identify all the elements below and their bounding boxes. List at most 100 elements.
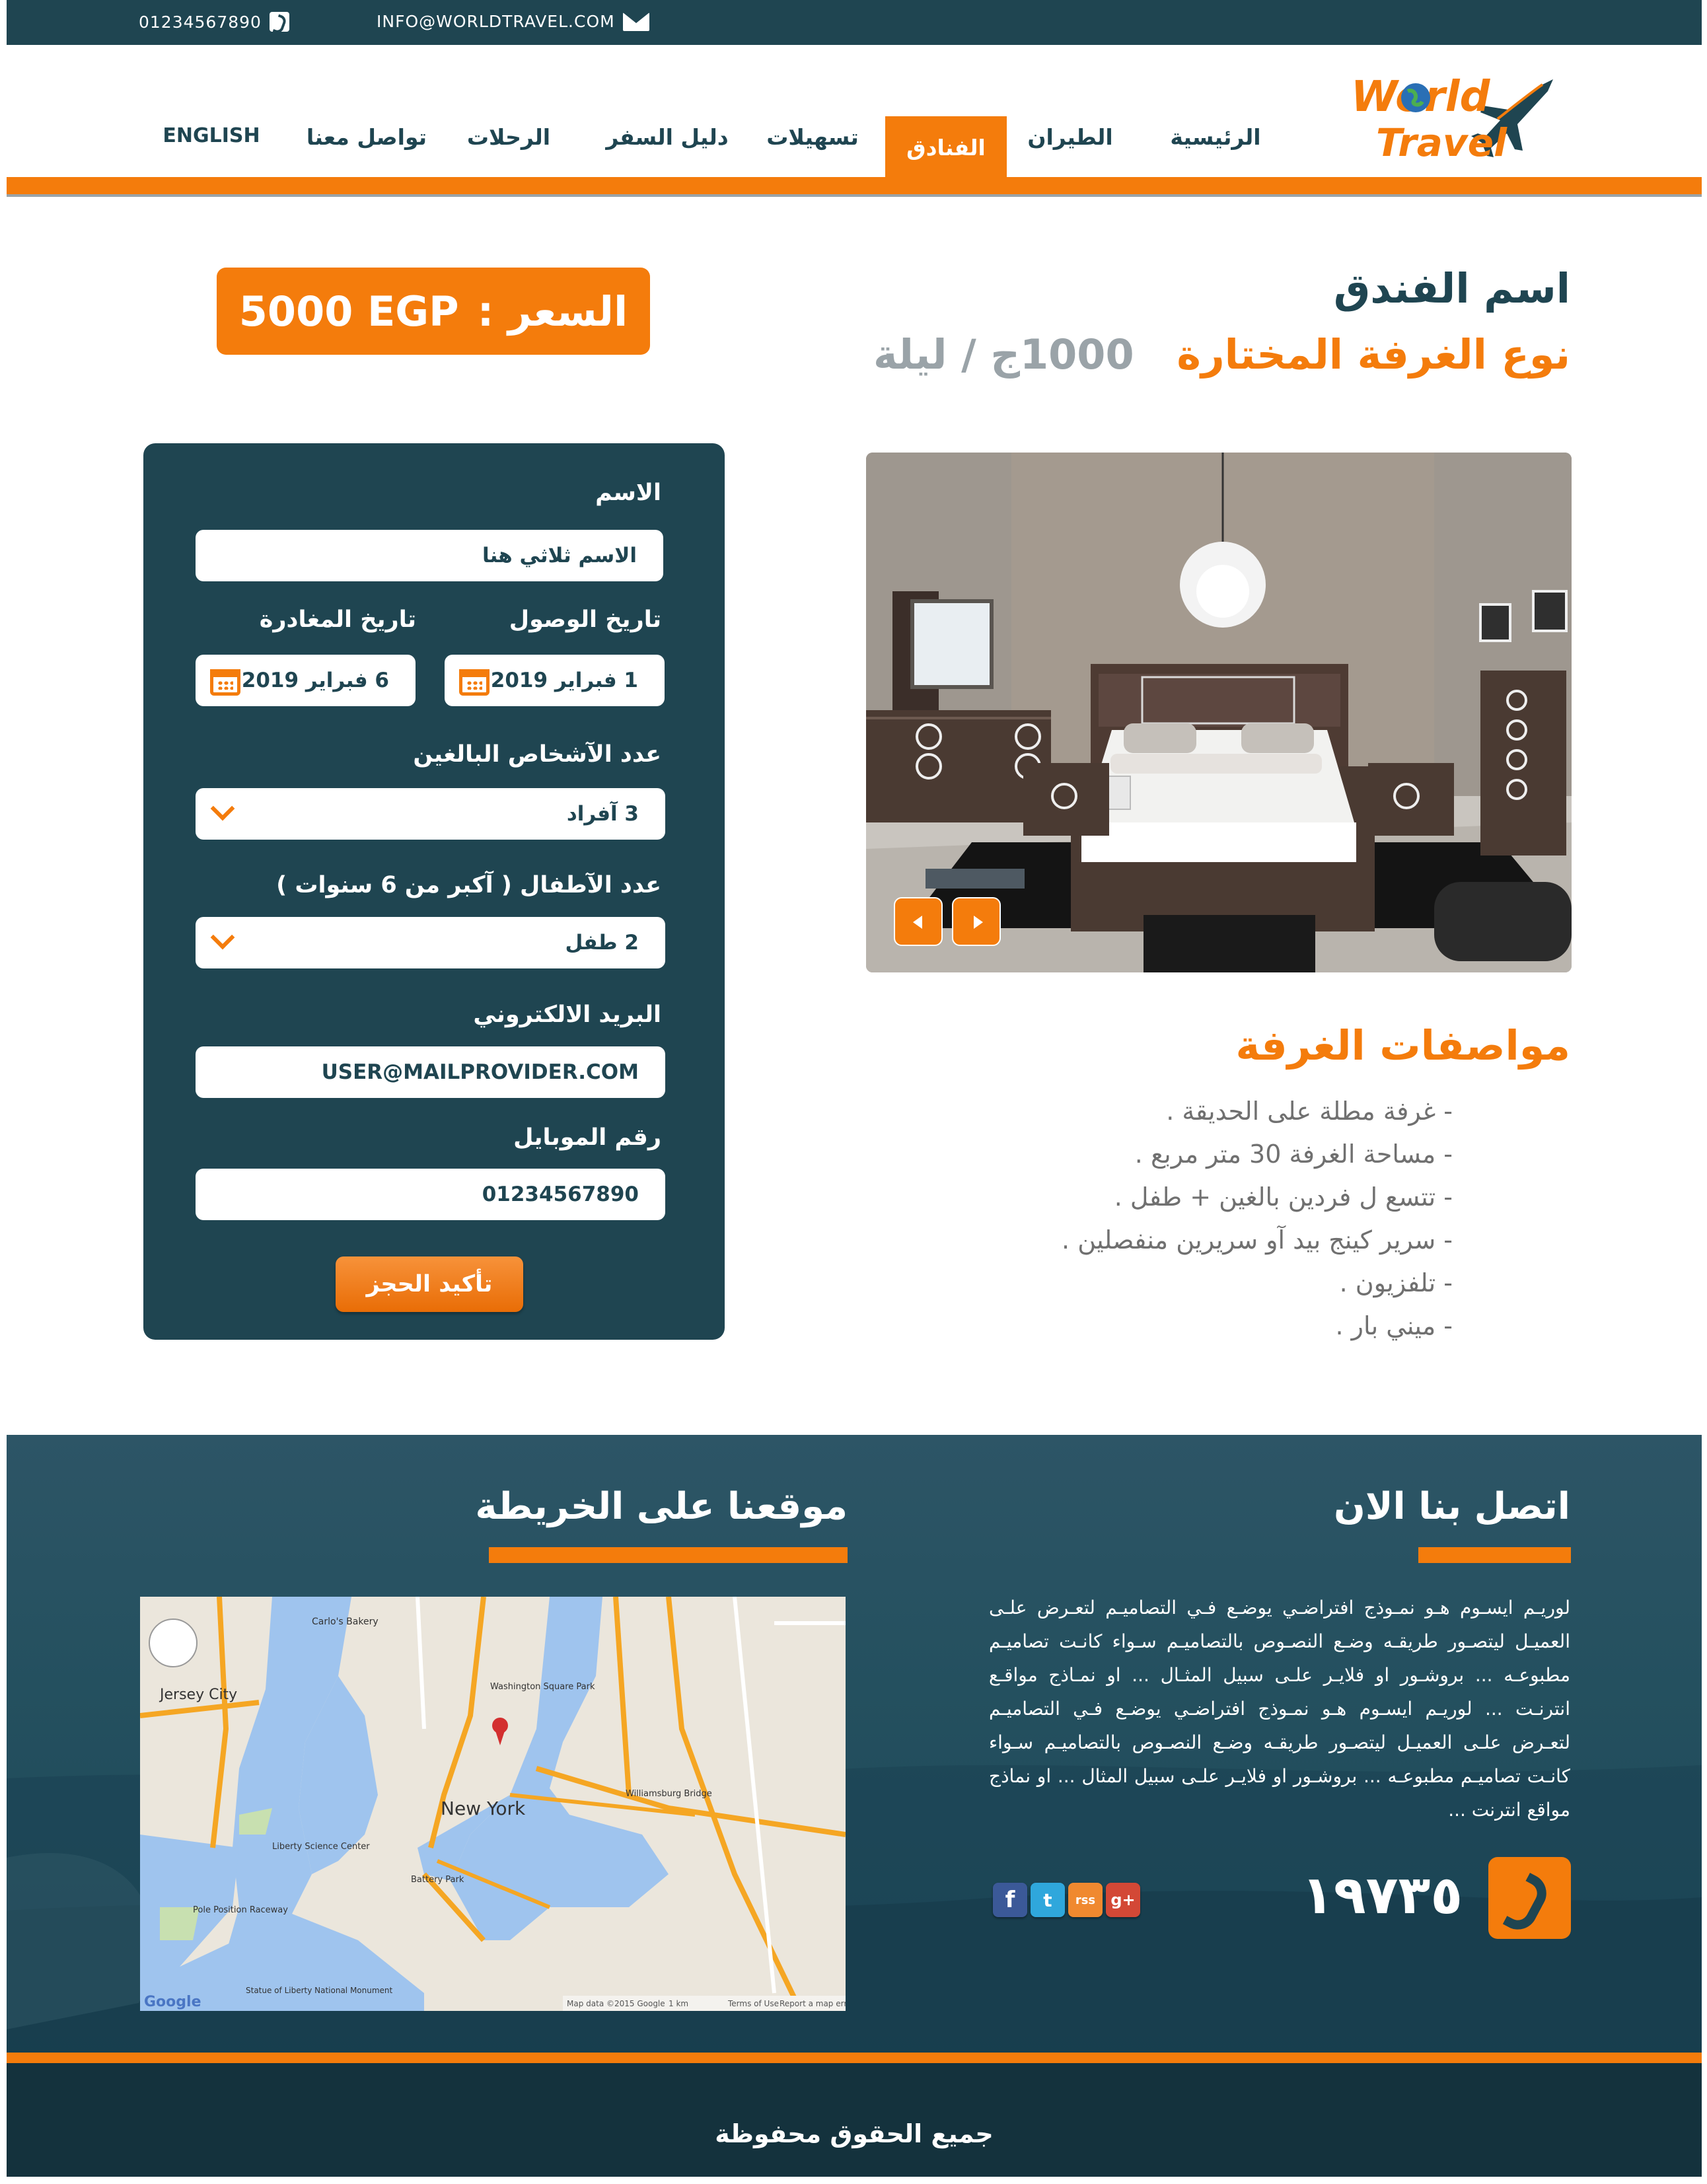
nav-item-contact[interactable]: تواصل معنا [304,124,429,182]
topbar-phone[interactable]: 01234567890 [139,12,289,32]
arrival-label: تاريخ الوصول [509,606,661,633]
top-bar: 01234567890 INFO@WORLDTRAVEL.COM [7,0,1702,45]
svg-text:Pole Position Raceway: Pole Position Raceway [193,1905,288,1915]
room-type: نوع الغرفة المختارة [1177,330,1570,379]
nav-item-flights[interactable]: الطيران [1024,124,1116,182]
mail-icon [622,12,649,31]
svg-text:1 km: 1 km [669,1999,688,2008]
price-box: السعر : 5000 EGP [217,268,650,355]
arrival-date-value: 1 فبراير 2019 [490,669,638,692]
nav-facilities-label: تسهيلات [766,124,859,150]
slider-next-button[interactable] [952,897,1001,946]
calendar-icon[interactable] [210,669,240,696]
children-select[interactable]: 2 طفل [196,917,665,968]
topbar-email-address: INFO@WORLDTRAVEL.COM [377,12,615,31]
hotline-number: ١٩٧٣٥ [1301,1864,1463,1926]
location-map[interactable]: Jersey City New York Carlo's Bakery Wash… [140,1597,846,2011]
mobile-field[interactable]: 01234567890 [196,1169,665,1220]
departure-date-value: 6 فبراير 2019 [241,669,389,692]
spec-item: - سرير كينج بيد آو سريرين منفصلين . [1062,1225,1453,1255]
map-title: موقعنا على الخريطة [475,1485,848,1528]
nav-hotels-label: الفنادق [906,135,986,161]
nav-guide-label: دليل السفر [606,124,729,150]
slider-prev-button[interactable] [894,897,943,946]
mobile-label: رقم الموبايل [513,1124,661,1151]
svg-text:Terms of Use: Terms of Use [727,1999,779,2008]
email-field[interactable]: USER@MAILPROVIDER.COM [196,1046,665,1098]
spec-item: - مساحة الغرفة 30 متر مربع . [1134,1140,1453,1169]
svg-text:Washington Square Park: Washington Square Park [490,1682,595,1692]
svg-text:Battery Park: Battery Park [411,1875,464,1885]
nav-item-facilities[interactable]: تسهيلات [760,124,865,182]
hotel-name: اسم الفندق [1333,264,1570,312]
email-field-value: USER@MAILPROVIDER.COM [321,1060,639,1084]
phone-icon [269,12,289,32]
svg-text:Statue of Liberty National Mon: Statue of Liberty National Monument [246,1986,393,1995]
name-field[interactable]: الاسم ثلاثي هنا [196,530,663,581]
nav-flights-label: الطيران [1027,124,1113,150]
nav-english-label: ENGLISH [163,124,260,147]
world-travel-logo[interactable]: World Travel [1344,65,1562,164]
twitter-icon[interactable]: t [1031,1883,1065,1917]
svg-text:New York: New York [441,1798,526,1819]
mobile-field-value: 01234567890 [482,1183,639,1206]
room-type-line: نوع الغرفة المختارة 1000ج / ليلة [873,330,1570,379]
svg-text:Jersey City: Jersey City [159,1687,237,1703]
room-photo [866,453,1572,972]
calendar-icon[interactable] [459,669,490,696]
name-label: الاسم [595,480,661,506]
nav-home-label: الرئيسية [1170,124,1261,150]
svg-text:Map data ©2015 Google: Map data ©2015 Google [567,1999,665,2008]
topbar-phone-number: 01234567890 [139,12,262,32]
header-orange-line [7,177,1702,194]
email-label: البريد الالكتروني [473,1001,661,1028]
header: الرئيسية الطيران الفنادق تسهيلات دليل ال… [7,45,1702,197]
spec-item: - غرفة مطلة على الحديقة . [1166,1097,1453,1126]
svg-text:Carlo's Bakery: Carlo's Bakery [312,1617,379,1627]
contact-description: لوريـم ايسـوم هـو نمـوذج افتراضـي يوضـع … [989,1597,1570,1821]
spec-item: - ميني بار . [1335,1311,1453,1340]
map-title-underline [489,1547,848,1563]
contact-title-underline [1418,1547,1571,1563]
rss-icon[interactable]: rss [1068,1883,1103,1917]
svg-text:Liberty Science Center: Liberty Science Center [272,1842,370,1852]
arrival-date-field[interactable]: 1 فبراير 2019 [445,655,665,706]
price-label: السعر : [477,287,628,336]
nav-trips-label: الرحلات [466,124,551,150]
header-divider [7,194,1702,197]
phone-icon [1488,1857,1571,1939]
adults-select-value: 3 آفراد [566,802,639,826]
logo-travel-text: Travel [1376,120,1507,164]
facebook-icon[interactable]: f [993,1883,1027,1917]
svg-text:Williamsburg Bridge: Williamsburg Bridge [626,1789,712,1799]
footer: جميع الحقوق محفوظة [7,2063,1702,2177]
footer-orange-line [7,2053,1702,2063]
nav-item-home[interactable]: الرئيسية [1169,124,1262,182]
nav-item-trips[interactable]: الرحلات [462,124,555,182]
svg-text:Google: Google [144,1994,201,2010]
chevron-down-icon [210,796,235,821]
nav-item-hotels[interactable]: الفنادق [885,116,1007,177]
contact-title: اتصل بنا الان [1334,1485,1570,1528]
adults-select[interactable]: 3 آفراد [196,788,665,840]
nav-item-guide[interactable]: دليل السفر [601,124,733,182]
chevron-down-icon [210,925,235,950]
children-select-value: 2 طفل [565,931,639,955]
children-label: عدد الآطفال ( آكبر من 6 سنوات ) [276,872,661,898]
room-specs-list: - غرفة مطلة على الحديقة . - مساحة الغرفة… [1062,1090,1453,1348]
name-field-value: الاسم ثلاثي هنا [482,544,637,567]
svg-text:Report a map error: Report a map error [780,1999,846,2008]
room-specs-title: مواصفات الغرفة [1235,1021,1570,1070]
spec-item: - تتسع ل فردين بالغين + طفل . [1114,1183,1453,1212]
nav-item-english[interactable]: ENGLISH [159,124,264,182]
departure-label: تاريخ المغادرة [259,606,416,633]
google-plus-icon[interactable]: g+ [1106,1883,1140,1917]
copyright-text: جميع الحقوق محفوظة [715,2119,994,2148]
confirm-booking-button[interactable]: تأكيد الحجز [336,1256,523,1312]
room-rate: 1000ج / ليلة [873,330,1134,379]
departure-date-field[interactable]: 6 فبراير 2019 [196,655,416,706]
nav-contact-label: تواصل معنا [306,124,427,150]
topbar-email[interactable]: INFO@WORLDTRAVEL.COM [377,12,649,31]
adults-label: عدد الآشخاص البالغين [413,741,661,768]
spec-item: - تلفزيون . [1339,1268,1453,1297]
